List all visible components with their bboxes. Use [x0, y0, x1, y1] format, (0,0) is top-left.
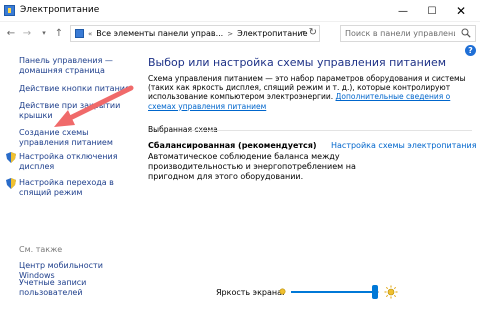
- page-title: Выбор или настройка схемы управления пит…: [148, 56, 447, 69]
- brightness-slider-thumb[interactable]: [371, 285, 378, 299]
- control-panel-icon: [75, 29, 84, 38]
- plan-description: Автоматическое соблюдение баланса между …: [148, 152, 356, 181]
- search-input[interactable]: [345, 29, 455, 38]
- main-panel: ? Выбор или настройка схемы управления п…: [140, 44, 480, 309]
- brightness-bar: Яркость экрана:: [0, 283, 480, 303]
- power-options-app-icon: [4, 5, 15, 16]
- plan-name: Сбалансированная (рекомендуется): [148, 141, 317, 150]
- shield-icon: [6, 178, 16, 189]
- bright-sun-icon: [384, 285, 398, 299]
- minimize-button[interactable]: —: [388, 0, 418, 22]
- brightness-slider[interactable]: [291, 285, 379, 299]
- refresh-icon[interactable]: ↻: [309, 27, 317, 38]
- up-arrow-icon[interactable]: ↑: [52, 26, 66, 40]
- breadcrumb-item-power[interactable]: Электропитание: [237, 29, 307, 38]
- breadcrumb-separator[interactable]: >: [227, 30, 233, 38]
- shield-icon: [6, 152, 16, 163]
- address-dropdown-icon[interactable]: ▾: [302, 29, 305, 36]
- back-arrow-icon[interactable]: ←: [4, 26, 18, 40]
- brightness-slider-fill: [291, 291, 375, 293]
- see-also-heading: См. также: [19, 245, 63, 254]
- close-button[interactable]: ✕: [446, 0, 476, 22]
- sidebar: Панель управления — домашняя страница Де…: [0, 44, 140, 309]
- maximize-button[interactable]: ☐: [417, 0, 447, 22]
- dim-sun-icon: [279, 288, 286, 295]
- title-bar: Электропитание — ☐ ✕: [0, 0, 480, 22]
- sidebar-item-control-panel-home[interactable]: Панель управления — домашняя страница: [19, 56, 137, 76]
- plan-settings-link[interactable]: Настройка схемы электропитания: [331, 141, 477, 150]
- breadcrumb-item-all-items[interactable]: Все элементы панели управ...: [96, 29, 223, 38]
- address-bar: ← → ▾ ↑ « Все элементы панели управ... >…: [0, 22, 480, 44]
- sidebar-item-create-power-plan[interactable]: Создание схемы управления питанием: [19, 128, 137, 148]
- breadcrumb-overflow[interactable]: «: [88, 30, 92, 38]
- search-icon[interactable]: [461, 28, 471, 38]
- sidebar-item-display-off[interactable]: Настройка отключения дисплея: [19, 152, 137, 172]
- page-description: Схема управления питанием — это набор па…: [148, 74, 474, 111]
- search-box[interactable]: [340, 25, 476, 42]
- forward-arrow-icon[interactable]: →: [20, 26, 34, 40]
- breadcrumb[interactable]: « Все элементы панели управ... > Электро…: [70, 25, 320, 42]
- recent-locations-chevron-icon[interactable]: ▾: [37, 26, 51, 40]
- sidebar-item-power-button-action[interactable]: Действие кнопки питания: [19, 84, 137, 94]
- window-title: Электропитание: [20, 5, 100, 15]
- help-icon[interactable]: ?: [465, 45, 476, 56]
- sidebar-item-lid-close-action[interactable]: Действие при закрытии крышки: [19, 101, 137, 121]
- brightness-label: Яркость экрана:: [216, 288, 285, 297]
- divider: [190, 130, 472, 131]
- sidebar-item-sleep[interactable]: Настройка перехода в спящий режим: [19, 178, 137, 198]
